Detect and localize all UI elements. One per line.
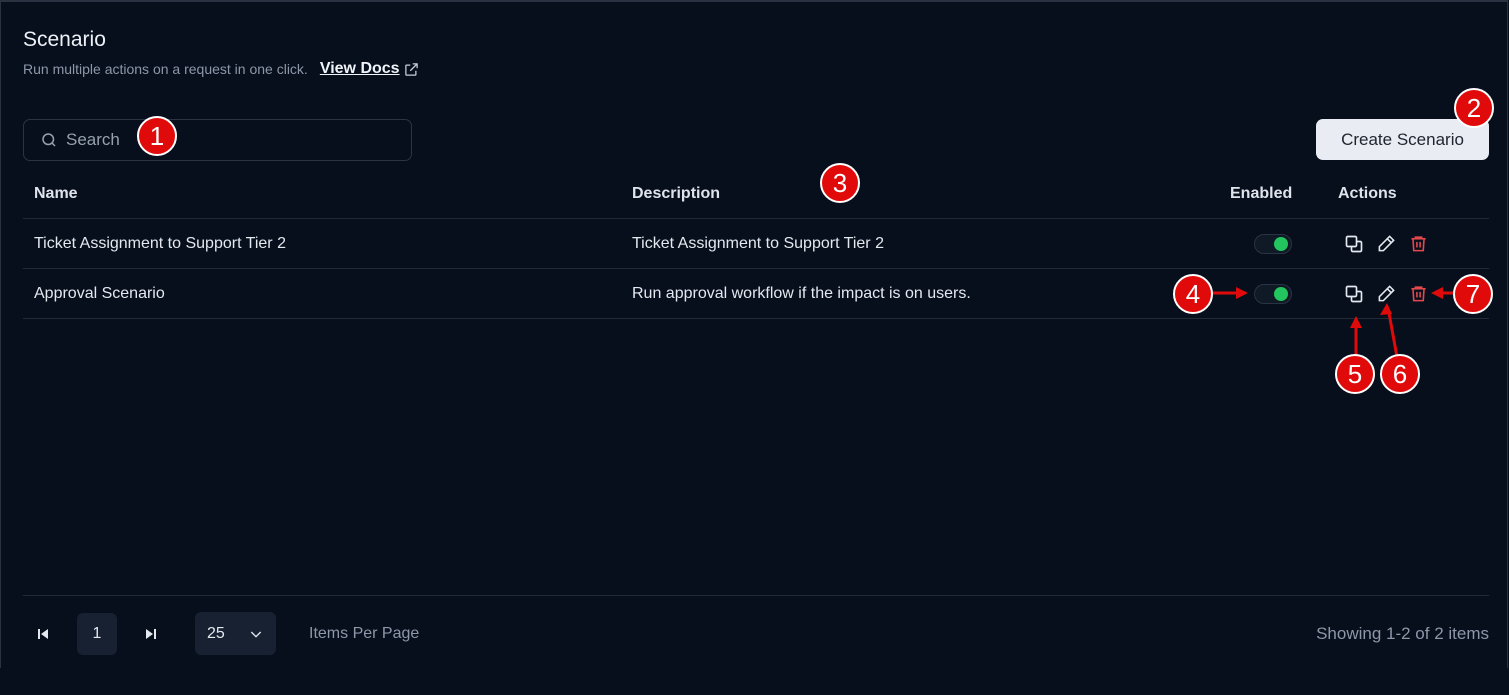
- annotation-arrows: [1212, 287, 1455, 358]
- annotation-marker-3: 3: [820, 163, 860, 203]
- annotation-marker-7: 7: [1453, 274, 1493, 314]
- annotation-marker-2: 2: [1454, 88, 1494, 128]
- annotation-marker-1: 1: [137, 116, 177, 156]
- annotation-marker-4: 4: [1173, 274, 1213, 314]
- annotation-marker-5: 5: [1335, 354, 1375, 394]
- annotation-marker-6: 6: [1380, 354, 1420, 394]
